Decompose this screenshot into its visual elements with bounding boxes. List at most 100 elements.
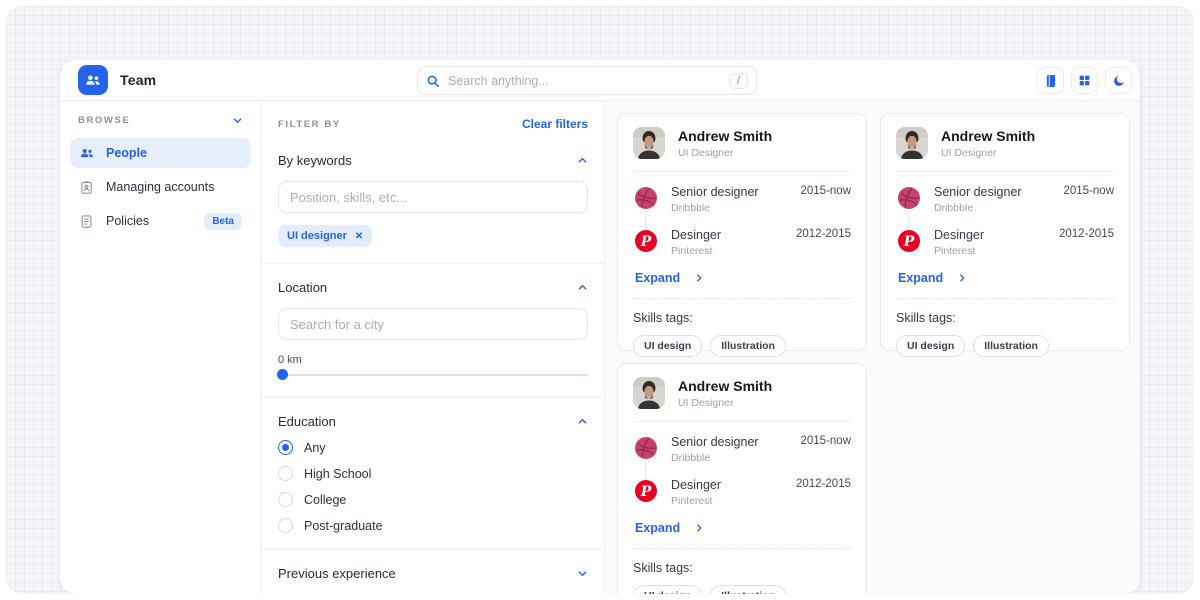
divider: [262, 263, 604, 264]
skill-tag[interactable]: Illustration: [710, 335, 786, 357]
pinterest-icon: P: [896, 228, 922, 254]
location-section-header[interactable]: Location: [278, 280, 588, 295]
entry-period: 2012-2015: [796, 228, 851, 240]
radio-button[interactable]: [278, 440, 293, 455]
chevron-up-icon: [577, 416, 588, 427]
experience-entry: P Desinger Pinterest 2012-2015: [633, 478, 851, 507]
dark-mode-button[interactable]: [1105, 67, 1132, 94]
person-role: UI Designer: [678, 397, 772, 409]
expand-link[interactable]: Expand: [635, 521, 851, 535]
entry-role: Desinger: [671, 228, 796, 242]
skill-tag[interactable]: Illustration: [973, 335, 1049, 357]
experience-entry: P Desinger Pinterest 2012-2015: [633, 228, 851, 257]
slider-track[interactable]: [278, 374, 588, 376]
filter-by-label: Filter by: [278, 119, 341, 130]
avatar: [633, 127, 665, 159]
section-title: Education: [278, 414, 336, 429]
section-title: By keywords: [278, 153, 352, 168]
sidebar-item-label: Managing accounts: [106, 180, 214, 194]
divider: [262, 397, 604, 398]
pinterest-icon: P: [633, 478, 659, 504]
city-search-input[interactable]: [278, 308, 588, 340]
skill-tag[interactable]: Illustration: [710, 585, 786, 594]
keyword-filter-tag[interactable]: UI designer ✕: [278, 225, 372, 247]
profile-card[interactable]: Andrew Smith UI Designer: [617, 113, 867, 351]
experience-entry: Senior designer Dribbble 2015-now: [633, 185, 851, 214]
search-shortcut-key: /: [729, 73, 748, 89]
svg-text:P: P: [903, 234, 915, 250]
search-input[interactable]: [448, 74, 729, 88]
experience-timeline: Senior designer Dribbble 2015-now P: [633, 435, 851, 507]
app-logo: [78, 65, 108, 95]
people-icon: [79, 145, 95, 161]
divider: [896, 298, 1114, 299]
grid-icon: [1078, 74, 1091, 87]
profile-card[interactable]: Andrew Smith UI Designer: [617, 363, 867, 594]
skill-tag[interactable]: UI design: [633, 335, 702, 357]
experience-entry: P Desinger Pinterest 2012-2015: [896, 228, 1114, 257]
radio-option-high-school[interactable]: High School: [278, 466, 588, 481]
book-icon: [1044, 74, 1058, 88]
entry-period: 2015-now: [800, 185, 851, 197]
experience-timeline: Senior designer Dribbble 2015-now P: [896, 185, 1114, 257]
book-button[interactable]: [1037, 67, 1064, 94]
divider: [262, 549, 604, 550]
entry-role: Senior designer: [934, 185, 1063, 199]
skill-tag[interactable]: UI design: [633, 585, 702, 594]
keywords-input[interactable]: [278, 181, 588, 213]
radio-button[interactable]: [278, 466, 293, 481]
chevron-right-icon: [957, 273, 967, 283]
search-bar[interactable]: /: [417, 66, 757, 95]
radio-option-any[interactable]: Any: [278, 440, 588, 455]
pinterest-icon: P: [633, 228, 659, 254]
dribbble-icon: [896, 185, 922, 211]
profile-card[interactable]: Andrew Smith UI Designer: [880, 113, 1130, 351]
app-header: Team /: [60, 60, 1140, 101]
radio-button[interactable]: [278, 518, 293, 533]
entry-role: Senior designer: [671, 435, 800, 449]
sidebar-item-people[interactable]: People: [70, 138, 251, 168]
radio-option-post-graduate[interactable]: Post-graduate: [278, 518, 588, 533]
card-header: Andrew Smith UI Designer: [633, 127, 851, 172]
avatar: [896, 127, 928, 159]
entry-role: Senior designer: [671, 185, 800, 199]
chevron-up-icon: [577, 155, 588, 166]
experience-entry: Senior designer Dribbble 2015-now: [896, 185, 1114, 214]
slider-thumb[interactable]: [277, 369, 288, 380]
person-name: Andrew Smith: [678, 128, 772, 144]
skill-tag[interactable]: UI design: [896, 335, 965, 357]
apps-grid-button[interactable]: [1071, 67, 1098, 94]
browse-section-header[interactable]: Browse: [70, 115, 251, 126]
sidebar-item-policies[interactable]: Policies Beta: [70, 206, 251, 236]
entry-period: 2015-now: [800, 435, 851, 447]
expand-link[interactable]: Expand: [635, 271, 851, 285]
person-name: Andrew Smith: [941, 128, 1035, 144]
section-title: Previous experience: [278, 566, 396, 581]
experience-section-header[interactable]: Previous experience: [278, 566, 588, 581]
distance-slider[interactable]: [278, 369, 588, 381]
entry-network: Pinterest: [671, 495, 796, 507]
education-section-header[interactable]: Education: [278, 414, 588, 429]
beta-badge: Beta: [204, 213, 242, 230]
moon-icon: [1112, 74, 1126, 88]
chevron-right-icon: [694, 273, 704, 283]
entry-period: 2012-2015: [1059, 228, 1114, 240]
radio-button[interactable]: [278, 492, 293, 507]
section-title: Location: [278, 280, 327, 295]
card-header: Andrew Smith UI Designer: [633, 377, 851, 422]
sidebar-item-managing-accounts[interactable]: Managing accounts: [70, 172, 251, 202]
svg-text:P: P: [640, 234, 652, 250]
skills-label: Skills tags:: [633, 561, 851, 575]
keywords-section-header[interactable]: By keywords: [278, 153, 588, 168]
remove-tag-icon[interactable]: ✕: [355, 231, 363, 242]
radio-option-college[interactable]: College: [278, 492, 588, 507]
dribbble-icon: [633, 435, 659, 461]
card-header: Andrew Smith UI Designer: [896, 127, 1114, 172]
clear-filters-link[interactable]: Clear filters: [522, 117, 588, 131]
entry-network: Dribbble: [934, 202, 1063, 214]
chevron-down-icon: [232, 115, 243, 126]
app-window: Team /: [60, 60, 1140, 594]
expand-link[interactable]: Expand: [898, 271, 1114, 285]
entry-period: 2015-now: [1063, 185, 1114, 197]
app-title: Team: [120, 72, 156, 88]
